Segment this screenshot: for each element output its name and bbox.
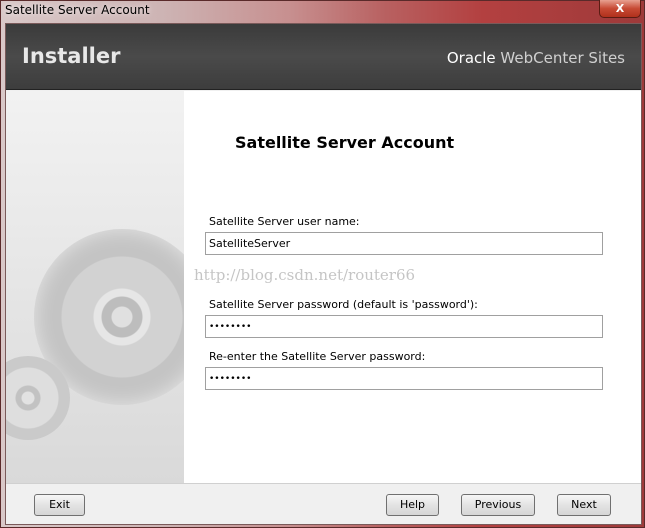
exit-button[interactable]: Exit (34, 494, 85, 516)
next-button[interactable]: Next (557, 494, 611, 516)
previous-button[interactable]: Previous (461, 494, 535, 516)
brand-logo: Oracle WebCenter Sites (447, 49, 625, 67)
brand-product: WebCenter Sites (495, 49, 625, 67)
password-input[interactable] (205, 315, 603, 338)
password-label: Satellite Server password (default is 'p… (209, 298, 478, 311)
window-title: Satellite Server Account (5, 3, 150, 17)
side-decoration-panel (6, 91, 184, 483)
username-label: Satellite Server user name: (209, 215, 360, 228)
header-bar: Installer Oracle WebCenter Sites (6, 24, 641, 90)
confirm-password-input[interactable] (205, 367, 603, 390)
form-panel: Satellite Server Account Satellite Serve… (184, 91, 641, 483)
title-bar[interactable]: Satellite Server Account X (1, 0, 645, 23)
brand-oracle: Oracle (446, 49, 496, 67)
confirm-password-label: Re-enter the Satellite Server password: (209, 350, 426, 363)
client-area: Installer Oracle WebCenter Sites Satelli… (5, 23, 642, 525)
close-button[interactable]: X (599, 0, 641, 18)
watermark-text: http://blog.csdn.net/router66 (194, 266, 416, 284)
installer-heading: Installer (22, 44, 121, 68)
installer-window: Satellite Server Account X Installer Ora… (0, 0, 645, 528)
button-bar: Exit Help Previous Next (6, 483, 641, 524)
page-title: Satellite Server Account (235, 133, 455, 152)
help-button[interactable]: Help (386, 494, 439, 516)
username-input[interactable] (205, 232, 603, 255)
